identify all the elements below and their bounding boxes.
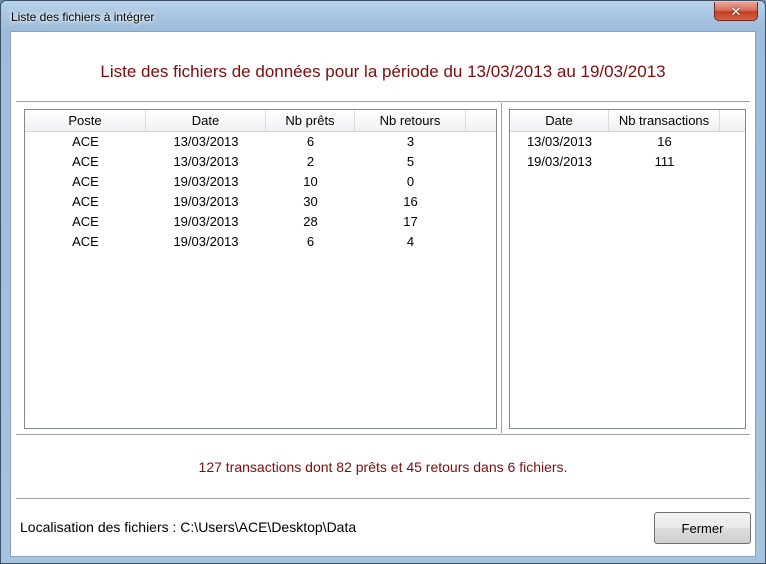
cell-date: 13/03/2013: [526, 134, 593, 149]
separator-middle: [16, 434, 750, 436]
cell-nb-transactions: 16: [657, 134, 672, 149]
cell-poste: ACE: [72, 154, 99, 169]
table-row[interactable]: ACE 13/03/2013 6 3: [25, 132, 496, 152]
cell-poste: ACE: [72, 214, 99, 229]
cell-date: 19/03/2013: [173, 214, 239, 229]
cell-nb-retours: 17: [403, 214, 418, 229]
table-row[interactable]: ACE 19/03/2013 6 4: [25, 232, 496, 252]
files-list-body: ACE 13/03/2013 6 3 ACE 13/03/2013 2 5 AC…: [25, 132, 496, 252]
cell-nb-prets: 30: [303, 194, 318, 209]
cell-date: 19/03/2013: [173, 194, 239, 209]
cell-date: 19/03/2013: [173, 174, 239, 189]
table-row[interactable]: ACE 13/03/2013 2 5: [25, 152, 496, 172]
column-header-date[interactable]: Date: [510, 110, 609, 131]
cell-poste: ACE: [72, 234, 99, 249]
dialog-window: Liste des fichiers à intégrer ✕ Liste de…: [0, 0, 766, 564]
column-header-poste[interactable]: Poste: [25, 110, 146, 131]
close-icon: ✕: [730, 3, 742, 19]
cell-nb-prets: 6: [306, 234, 315, 249]
column-header-nb-prets[interactable]: Nb prêts: [266, 110, 355, 131]
cell-nb-prets: 6: [306, 134, 315, 149]
title-bar[interactable]: Liste des fichiers à intégrer ✕: [1, 1, 765, 31]
separator-bottom: [16, 498, 750, 500]
cell-nb-retours: 0: [406, 174, 415, 189]
table-row[interactable]: ACE 19/03/2013 28 17: [25, 212, 496, 232]
window-close-button[interactable]: ✕: [714, 2, 758, 21]
cell-nb-retours: 4: [406, 234, 415, 249]
period-heading: Liste des fichiers de données pour la pé…: [100, 62, 666, 81]
cell-date: 13/03/2013: [173, 154, 239, 169]
transactions-list[interactable]: Date Nb transactions 13/03/2013 16 19/03…: [509, 109, 746, 429]
column-header-filler: [720, 110, 745, 131]
summary-text: 127 transactions dont 82 prêts et 45 ret…: [198, 459, 568, 475]
cell-nb-prets: 2: [306, 154, 315, 169]
files-list[interactable]: Poste Date Nb prêts Nb retours ACE 13/03…: [24, 109, 497, 429]
cell-nb-retours: 3: [406, 134, 415, 149]
transactions-list-body: 13/03/2013 16 19/03/2013 111: [510, 132, 745, 172]
table-row[interactable]: 13/03/2013 16: [510, 132, 745, 152]
cell-date: 19/03/2013: [173, 234, 239, 249]
cell-nb-prets: 28: [303, 214, 318, 229]
column-header-date[interactable]: Date: [146, 110, 266, 131]
cell-poste: ACE: [72, 134, 99, 149]
files-list-header: Poste Date Nb prêts Nb retours: [25, 110, 496, 132]
cell-nb-retours: 16: [403, 194, 418, 209]
column-header-nb-transactions[interactable]: Nb transactions: [609, 110, 720, 131]
fermer-button[interactable]: Fermer: [654, 512, 751, 544]
table-row[interactable]: 19/03/2013 111: [510, 152, 745, 172]
cell-poste: ACE: [72, 174, 99, 189]
cell-poste: ACE: [72, 194, 99, 209]
cell-nb-transactions: 111: [654, 154, 675, 169]
cell-nb-prets: 10: [303, 174, 318, 189]
cell-date: 13/03/2013: [173, 134, 239, 149]
column-header-nb-retours[interactable]: Nb retours: [355, 110, 466, 131]
transactions-list-header: Date Nb transactions: [510, 110, 745, 132]
separator-vertical: [501, 103, 503, 433]
separator-top: [16, 101, 750, 103]
dialog-client-area: Liste des fichiers de données pour la pé…: [10, 31, 756, 557]
column-header-filler: [466, 110, 496, 131]
table-row[interactable]: ACE 19/03/2013 10 0: [25, 172, 496, 192]
files-location: Localisation des fichiers : C:\Users\ACE…: [20, 519, 357, 535]
window-title: Liste des fichiers à intégrer: [11, 10, 155, 24]
cell-nb-retours: 5: [406, 154, 415, 169]
cell-date: 19/03/2013: [526, 154, 593, 169]
table-row[interactable]: ACE 19/03/2013 30 16: [25, 192, 496, 212]
